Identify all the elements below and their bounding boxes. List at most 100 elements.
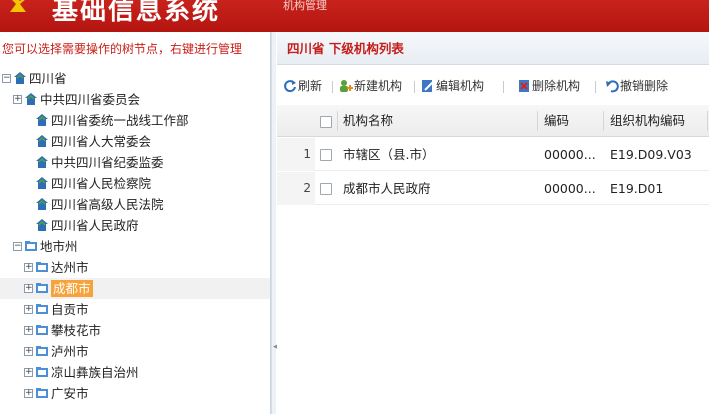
tree-node[interactable]: 四川省人大常委会 <box>0 131 270 152</box>
tree-node-label: 凉山彝族自治州 <box>51 365 139 380</box>
tree-node-label: 达州市 <box>51 260 89 275</box>
delete-icon <box>519 80 529 92</box>
tree-node[interactable]: 四川省高级人民法院 <box>0 194 270 215</box>
panel-title: 四川省 下级机构列表 <box>277 32 709 65</box>
tree-node[interactable]: 四川省人民检察院 <box>0 173 270 194</box>
tree-node[interactable]: + 凉山彝族自治州 <box>0 362 270 383</box>
org-tree-icon <box>25 93 37 105</box>
cell-org-name: 成都市人民政府 <box>343 181 431 196</box>
column-header-org-code[interactable]: 组织机构编码 <box>610 105 706 136</box>
expand-icon[interactable]: + <box>13 95 22 104</box>
tree-node[interactable]: + 广安市 <box>0 383 270 404</box>
expand-icon[interactable]: + <box>24 389 33 398</box>
org-tree-icon <box>36 135 48 147</box>
edit-icon <box>422 80 434 92</box>
new-org-icon <box>340 80 353 92</box>
grid-header: 机构名称 编码 组织机构编码 <box>277 105 709 137</box>
folder-icon <box>36 304 48 314</box>
tree-node[interactable]: − 地市州 <box>0 236 270 257</box>
tree-node-label: 中共四川省委员会 <box>40 92 141 107</box>
panel-splitter[interactable]: ◂ <box>271 32 278 414</box>
expand-icon[interactable]: + <box>24 368 33 377</box>
refresh-icon <box>284 80 296 93</box>
folder-icon <box>36 283 48 293</box>
org-tree-icon <box>36 177 48 189</box>
tree-node-label: 泸州市 <box>51 344 89 359</box>
folder-icon <box>25 241 37 251</box>
tree-node-label: 四川省人民政府 <box>51 218 139 233</box>
tree-node-label: 广安市 <box>51 386 89 401</box>
refresh-button[interactable]: 刷新 <box>283 73 329 99</box>
new-org-button[interactable]: 新建机构 <box>339 73 411 99</box>
tree-node[interactable]: − 四川省 <box>0 68 270 89</box>
collapse-icon[interactable]: − <box>13 242 22 251</box>
expand-icon[interactable]: + <box>24 263 33 272</box>
toolbar-divider <box>414 81 415 93</box>
tree-node[interactable]: + 达州市 <box>0 257 270 278</box>
tree-node-label: 四川省人大常委会 <box>51 134 152 149</box>
org-tree: − 四川省 + 中共四川省委员会四川省委统一战线工作部 四川省人大常委会中共四川省纪委监… <box>0 68 270 404</box>
folder-icon <box>36 262 48 272</box>
folder-icon <box>36 346 48 356</box>
tree-node[interactable]: 中共四川省纪委监委 <box>0 152 270 173</box>
org-tree-icon <box>36 156 48 168</box>
header-divider <box>537 111 538 131</box>
org-tree-icon <box>14 72 26 84</box>
toolbar-divider <box>503 81 504 93</box>
app-header: 基础信息系统 机构管理 <box>0 0 709 32</box>
header-divider <box>603 111 604 131</box>
tree-node[interactable]: + 成都市 <box>0 278 270 299</box>
cell-code: 00000... <box>544 181 596 196</box>
logo-icon <box>10 0 26 12</box>
app-title: 基础信息系统 <box>52 0 221 26</box>
row-number: 1 <box>277 138 315 171</box>
sub-org-list-panel: 四川省 下级机构列表 刷新 新建机构 编辑机构 删除机构 撤销删除 机构名称 编… <box>277 32 709 414</box>
tree-node[interactable]: 四川省委统一战线工作部 <box>0 110 270 131</box>
expand-icon[interactable]: + <box>24 326 33 335</box>
tree-hint: 您可以选择需要操作的树节点，右键进行管理 <box>2 42 243 56</box>
row-checkbox[interactable] <box>320 183 332 195</box>
table-row[interactable]: 1 市辖区（县.市） 00000... E19.D09.V03 <box>277 138 709 171</box>
collapse-icon[interactable]: − <box>2 74 11 83</box>
tree-node[interactable]: + 泸州市 <box>0 341 270 362</box>
org-tree-icon <box>36 198 48 210</box>
tree-node-label: 四川省人民检察院 <box>51 176 152 191</box>
tree-node-label: 地市州 <box>40 239 78 254</box>
expand-icon[interactable]: + <box>24 347 33 356</box>
cell-code: 00000... <box>544 147 596 162</box>
expand-icon[interactable]: + <box>24 284 33 293</box>
tree-node[interactable]: 四川省人民政府 <box>0 215 270 236</box>
header-tab-org-management[interactable]: 机构管理 <box>283 0 327 13</box>
org-tree-panel: 您可以选择需要操作的树节点，右键进行管理 − 四川省 + 中共四川省委员会四川省委统一… <box>0 32 271 414</box>
toolbar-divider <box>595 81 596 93</box>
tree-node-label: 成都市 <box>51 280 93 297</box>
delete-org-button[interactable]: 删除机构 <box>517 73 591 99</box>
select-all-checkbox[interactable] <box>320 116 332 128</box>
expand-icon[interactable]: + <box>24 305 33 314</box>
table-row[interactable]: 2 成都市人民政府 00000... E19.D01 <box>277 172 709 205</box>
org-tree-icon <box>36 114 48 126</box>
row-number: 2 <box>277 172 315 205</box>
folder-icon <box>36 367 48 377</box>
tree-node-label: 四川省高级人民法院 <box>51 197 164 212</box>
edit-org-button[interactable]: 编辑机构 <box>421 73 497 99</box>
folder-icon <box>36 325 48 335</box>
tree-node-label: 攀枝花市 <box>51 323 102 338</box>
grid-toolbar: 刷新 新建机构 编辑机构 删除机构 撤销删除 <box>277 73 709 99</box>
org-tree-icon <box>36 219 48 231</box>
undo-delete-button[interactable]: 撤销删除 <box>605 73 681 99</box>
tree-node[interactable]: + 自贡市 <box>0 299 270 320</box>
cell-org-code: E19.D09.V03 <box>610 147 692 162</box>
header-divider <box>337 111 338 131</box>
row-checkbox[interactable] <box>320 149 332 161</box>
tree-node[interactable]: + 攀枝花市 <box>0 320 270 341</box>
cell-org-code: E19.D01 <box>610 181 664 196</box>
cell-org-name: 市辖区（县.市） <box>343 147 435 162</box>
toolbar-divider <box>332 81 333 93</box>
column-header-code[interactable]: 编码 <box>544 105 600 136</box>
column-header-org-name[interactable]: 机构名称 <box>343 105 533 136</box>
tree-node-label: 四川省委统一战线工作部 <box>51 113 189 128</box>
tree-node-label: 四川省 <box>29 71 67 86</box>
tree-node[interactable]: + 中共四川省委员会 <box>0 89 270 110</box>
folder-icon <box>36 388 48 398</box>
